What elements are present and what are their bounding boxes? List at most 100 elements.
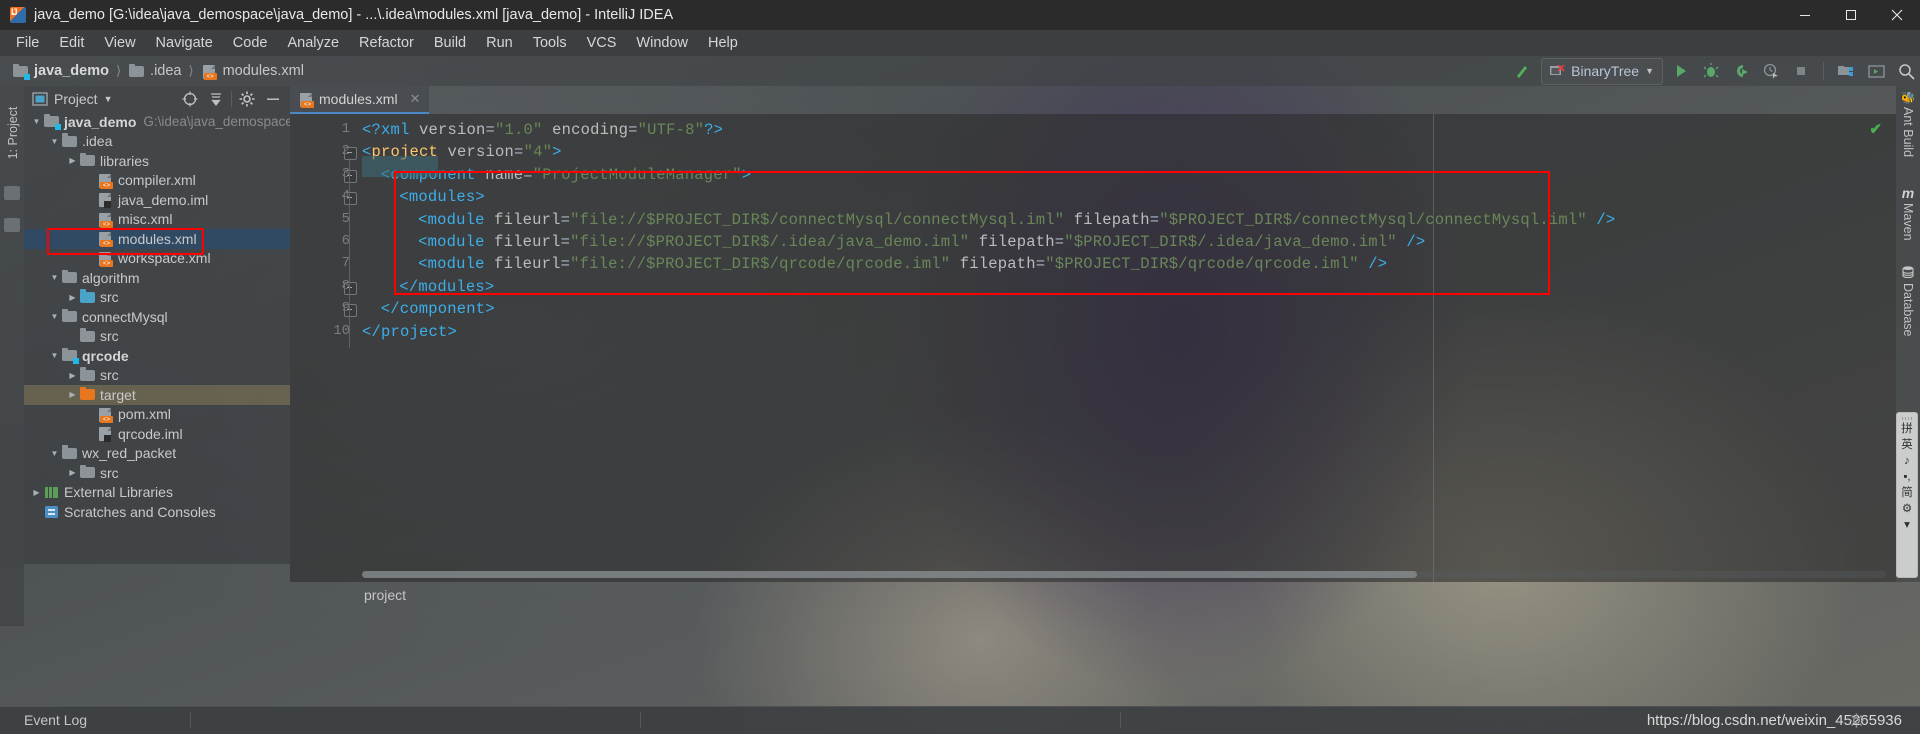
code-fold-icon[interactable] [344, 147, 357, 161]
menu-vcs[interactable]: VCS [577, 32, 627, 54]
run-with-coverage-icon[interactable] [1729, 60, 1753, 82]
ime-more-icon[interactable]: ▾ [1904, 519, 1910, 532]
menu-run[interactable]: Run [476, 32, 523, 54]
tree-row-wx-red-packet[interactable]: ▼ wx_red_packet [24, 444, 290, 464]
tree-row-modules-xml[interactable]: <> modules.xml [24, 229, 290, 249]
tree-row-workspace-xml[interactable]: <> workspace.xml [24, 249, 290, 269]
chevron-right-icon[interactable]: ▶ [66, 388, 79, 401]
favorites-tool-icon[interactable] [4, 218, 20, 232]
tree-row-algorithm[interactable]: ▼ algorithm [24, 268, 290, 288]
tree-row-misc-xml[interactable]: <> misc.xml [24, 210, 290, 230]
structure-tool-icon[interactable] [4, 186, 20, 200]
settings-gear-icon[interactable] [234, 87, 260, 111]
chevron-right-icon[interactable]: ▶ [66, 154, 79, 167]
chevron-down-icon[interactable]: ▼ [1645, 66, 1654, 76]
tree-row-target[interactable]: ▶ target [24, 385, 290, 405]
run-configuration-selector[interactable]: BinaryTree ▼ [1541, 57, 1663, 85]
editor-breadcrumb[interactable]: project [290, 582, 1896, 608]
search-everywhere-icon[interactable] [1894, 60, 1918, 82]
hide-icon[interactable] [260, 87, 286, 111]
code-line[interactable]: <module fileurl="file://$PROJECT_DIR$/qr… [418, 255, 1387, 273]
close-icon[interactable] [1874, 0, 1920, 30]
chevron-right-icon[interactable]: ▶ [66, 466, 79, 479]
chevron-right-icon[interactable]: ▶ [66, 369, 79, 382]
sidebar-item-maven[interactable]: m Maven [1896, 186, 1920, 241]
menu-file[interactable]: File [6, 32, 49, 54]
breadcrumb-idea[interactable]: .idea [124, 61, 185, 81]
chevron-down-icon[interactable]: ▼ [48, 135, 61, 148]
code-line[interactable]: <module fileurl="file://$PROJECT_DIR$/co… [418, 211, 1615, 229]
tree-row-compiler-xml[interactable]: <> compiler.xml [24, 171, 290, 191]
profiler-icon[interactable] [1759, 60, 1783, 82]
chevron-down-icon[interactable]: ▼ [48, 271, 61, 284]
menu-tools[interactable]: Tools [523, 32, 577, 54]
debug-icon[interactable] [1699, 60, 1723, 82]
settings-gear-icon[interactable] [1849, 713, 1864, 733]
tree-row-src[interactable]: ▶ src [24, 366, 290, 386]
code-line[interactable]: </component> [381, 300, 495, 318]
ime-sound-icon[interactable]: ♪ [1904, 455, 1910, 468]
menu-window[interactable]: Window [626, 32, 698, 54]
stop-icon[interactable] [1789, 60, 1813, 82]
chevron-down-icon[interactable]: ▼ [48, 310, 61, 323]
code-line[interactable]: </modules> [399, 278, 494, 296]
event-log-button[interactable]: Event Log [0, 712, 87, 728]
sidebar-item-project[interactable]: 1: Project [6, 98, 20, 168]
tree-row-external-libraries[interactable]: ▶ External Libraries [24, 483, 290, 503]
ime-simplified-icon[interactable]: 简 [1901, 487, 1913, 500]
menu-build[interactable]: Build [424, 32, 476, 54]
maximize-icon[interactable] [1828, 0, 1874, 30]
ime-drag-handle[interactable] [1902, 417, 1912, 420]
minimize-icon[interactable] [1782, 0, 1828, 30]
menu-code[interactable]: Code [223, 32, 278, 54]
scroll-from-source-icon[interactable] [177, 87, 203, 111]
tree-row-qrcode[interactable]: ▼ qrcode [24, 346, 290, 366]
menu-view[interactable]: View [94, 32, 145, 54]
breadcrumb-modules-xml[interactable]: <> modules.xml [197, 61, 308, 81]
ime-settings-gear-icon[interactable]: ⚙ [1902, 503, 1912, 516]
chevron-down-icon[interactable]: ▼ [104, 94, 113, 104]
close-tab-icon[interactable]: ✕ [410, 91, 421, 107]
tree-row-scratches-and-consoles[interactable]: Scratches and Consoles [24, 502, 290, 522]
tree-row-connectmysql[interactable]: ▼ connectMysql [24, 307, 290, 327]
code-fold-icon[interactable] [344, 281, 357, 295]
menu-edit[interactable]: Edit [49, 32, 94, 54]
menu-navigate[interactable]: Navigate [146, 32, 223, 54]
tree-row-libraries[interactable]: ▶ libraries [24, 151, 290, 171]
chevron-right-icon[interactable]: ▶ [66, 291, 79, 304]
breadcrumb-java-demo[interactable]: java_demo [8, 61, 113, 81]
tab-modules-xml[interactable]: <> modules.xml ✕ [290, 86, 429, 114]
project-tree[interactable]: ▼ java_demo G:\idea\java_demospace\j ▼ .idea… [24, 112, 290, 564]
tree-row-java-demo[interactable]: ▼ java_demo G:\idea\java_demospace\j [24, 112, 290, 132]
project-structure-icon[interactable] [1834, 60, 1858, 82]
sidebar-item-ant-build[interactable]: 🐝 Ant Build [1896, 92, 1920, 157]
code-fold-icon[interactable] [344, 304, 357, 318]
ime-mode-pinyin[interactable]: 拼 [1901, 423, 1913, 436]
tree-row-java-demo-iml[interactable]: java_demo.iml [24, 190, 290, 210]
code-line[interactable]: <?xml version="1.0" encoding="UTF-8"?> [362, 121, 723, 139]
code-fold-icon[interactable] [344, 192, 357, 206]
terminal-icon[interactable] [1864, 60, 1888, 82]
code-fold-icon[interactable] [344, 169, 357, 183]
chevron-down-icon[interactable]: ▼ [48, 447, 61, 460]
tree-row-src[interactable]: ▶ src [24, 288, 290, 308]
chevron-down-icon[interactable]: ▼ [30, 115, 43, 128]
ime-punctuation-icon[interactable]: ▪, [1903, 471, 1910, 484]
tree-row--idea[interactable]: ▼ .idea [24, 132, 290, 152]
ime-mode-english[interactable]: 英 [1901, 439, 1913, 452]
code-line[interactable]: </project> [362, 323, 457, 341]
tree-row-src[interactable]: ▶ src [24, 463, 290, 483]
run-icon[interactable] [1669, 60, 1693, 82]
code-line[interactable]: <module fileurl="file://$PROJECT_DIR$/.i… [418, 233, 1425, 251]
code-canvas[interactable]: 1 2 3 4 5 6 7 8 9 10 <?xml version="1.0" encoding… [290, 114, 1896, 582]
sidebar-item-database[interactable]: Database [1896, 266, 1920, 337]
horizontal-scrollbar-thumb[interactable] [362, 571, 1417, 578]
menu-analyze[interactable]: Analyze [277, 32, 349, 54]
collapse-all-icon[interactable] [203, 87, 229, 111]
make-project-icon[interactable] [1511, 60, 1535, 82]
tree-row-qrcode-iml[interactable]: qrcode.iml [24, 424, 290, 444]
chevron-right-icon[interactable]: ▶ [30, 486, 43, 499]
tree-row-pom-xml[interactable]: <> pom.xml [24, 405, 290, 425]
ime-floating-bar[interactable]: 拼 英 ♪ ▪, 简 ⚙ ▾ [1896, 412, 1918, 578]
tree-row-src[interactable]: src [24, 327, 290, 347]
